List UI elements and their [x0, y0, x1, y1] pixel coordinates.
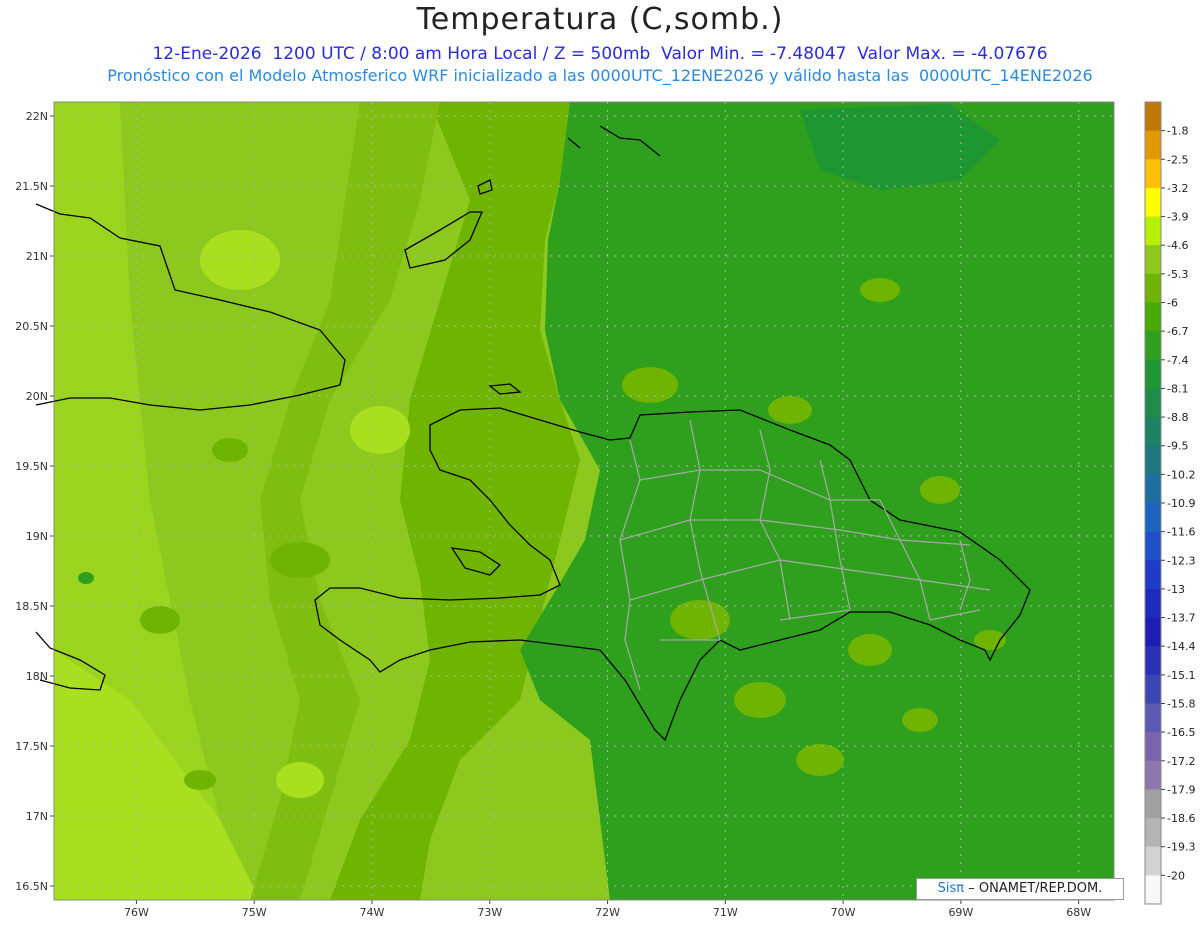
lon-label: 69W: [948, 906, 973, 919]
lat-label: 18.5N: [15, 600, 48, 613]
colorbar-label: -15.1: [1167, 669, 1195, 682]
lon-label: 68W: [1066, 906, 1091, 919]
colorbar-label: -3.9: [1167, 211, 1188, 224]
lon-label: 73W: [477, 906, 502, 919]
colorbar-label: -3.2: [1167, 182, 1188, 195]
field-east-band: [520, 102, 1114, 900]
colorbar-swatch: [1145, 130, 1161, 160]
lat-label: 20.5N: [15, 320, 48, 333]
credit-box: Sisπ – ONAMET/REP.DOM.: [916, 878, 1124, 900]
colorbar-swatch: [1145, 789, 1161, 819]
colorbar-label: -19.3: [1167, 841, 1195, 854]
colorbar-swatch: [1145, 760, 1161, 790]
lon-label: 70W: [831, 906, 856, 919]
colorbar-swatch: [1145, 818, 1161, 848]
colorbar-swatch: [1145, 445, 1161, 475]
lat-label: 16.5N: [15, 880, 48, 893]
colorbar-label: -13.7: [1167, 612, 1195, 625]
colorbar-label: -10.9: [1167, 497, 1195, 510]
colorbar-label: -20: [1167, 869, 1185, 882]
colorbar-label: -10.2: [1167, 468, 1195, 481]
colorbar-swatch: [1145, 245, 1161, 275]
forecast-map: -1.8 -2.5 -3.2 -3.9 -4.6 -5.3 -6 -6.7 -7.4 -8.1 -8…: [15, 101, 1195, 919]
colorbar-label: -17.2: [1167, 755, 1195, 768]
lat-label: 22N: [26, 110, 48, 123]
colorbar-swatch: [1145, 875, 1161, 905]
lat-label: 18N: [26, 670, 48, 683]
colorbar-label: -8.1: [1167, 382, 1188, 395]
colorbar-swatch: [1145, 703, 1161, 733]
lat-label: 21N: [26, 250, 48, 263]
colorbar-swatch: [1145, 617, 1161, 647]
colorbar-swatch: [1145, 674, 1161, 704]
colorbar-swatch: [1145, 187, 1161, 218]
sispi-logo: Sisπ: [937, 881, 965, 896]
colorbar-label: -11.6: [1167, 526, 1195, 539]
lat-label: 21.5N: [15, 180, 48, 193]
colorbar-swatch: [1145, 273, 1161, 303]
colorbar-swatch: [1145, 388, 1161, 418]
colorbar-label: -2.5: [1167, 153, 1188, 166]
colorbar-label: -7.4: [1167, 354, 1188, 367]
colorbar-label: -16.5: [1167, 726, 1195, 739]
colorbar-swatch: [1145, 503, 1161, 533]
colorbar: -1.8 -2.5 -3.2 -3.9 -4.6 -5.3 -6 -6.7 -7.4 -8.1 -8…: [1144, 101, 1195, 905]
longitude-labels: 76W 75W 74W 73W 72W 71W 70W 69W 68W: [124, 900, 1091, 919]
credit-text: – ONAMET/REP.DOM.: [968, 881, 1103, 896]
colorbar-swatch: [1145, 359, 1161, 389]
lat-label: 20N: [26, 390, 48, 403]
colorbar-label: -13: [1167, 583, 1185, 596]
lat-label: 17N: [26, 810, 48, 823]
colorbar-label: -15.8: [1167, 698, 1195, 711]
field-cold-spot-west: [78, 572, 94, 584]
colorbar-label: -17.9: [1167, 783, 1195, 796]
colorbar-swatch: [1145, 846, 1161, 876]
lon-label: 74W: [360, 906, 385, 919]
temperature-field: [54, 102, 1114, 900]
colorbar-label: -12.3: [1167, 554, 1195, 567]
colorbar-swatch: [1145, 331, 1161, 361]
lat-label: 17.5N: [15, 740, 48, 753]
colorbar-label: -5.3: [1167, 268, 1188, 281]
lon-label: 76W: [124, 906, 149, 919]
colorbar-swatch: [1145, 474, 1161, 504]
colorbar-swatch: [1145, 646, 1161, 676]
colorbar-label: -18.6: [1167, 812, 1195, 825]
colorbar-label: -6: [1167, 297, 1178, 310]
colorbar-swatch: [1145, 216, 1161, 246]
lat-label: 19N: [26, 530, 48, 543]
colorbar-label: -8.8: [1167, 411, 1188, 424]
colorbar-swatch: [1145, 302, 1161, 332]
lon-label: 72W: [595, 906, 620, 919]
colorbar-swatch: [1145, 417, 1161, 447]
colorbar-label: -9.5: [1167, 440, 1188, 453]
lon-label: 71W: [713, 906, 738, 919]
colorbar-swatch: [1145, 531, 1161, 561]
colorbar-label: -4.6: [1167, 239, 1188, 252]
lat-label: 19.5N: [15, 460, 48, 473]
colorbar-label: -1.8: [1167, 125, 1188, 138]
colorbar-swatch: [1145, 588, 1161, 619]
lon-label: 75W: [242, 906, 267, 919]
colorbar-swatch: [1145, 560, 1161, 590]
latitude-labels: 22N 21.5N 21N 20.5N 20N 19.5N 19N 18.5N 18N 17.5N…: [15, 110, 54, 893]
colorbar-label: -14.4: [1167, 640, 1195, 653]
colorbar-swatch: [1145, 732, 1161, 762]
colorbar-swatch: [1145, 102, 1161, 132]
colorbar-swatch: [1145, 159, 1161, 189]
colorbar-label: -6.7: [1167, 325, 1188, 338]
